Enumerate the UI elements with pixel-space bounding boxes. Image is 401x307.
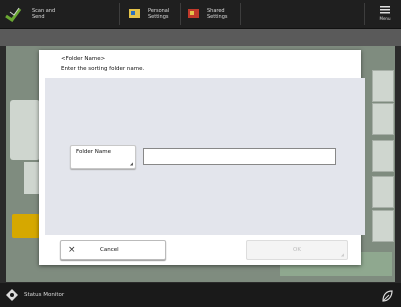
menu-button[interactable]: Menu bbox=[374, 0, 396, 28]
background-side-button bbox=[372, 210, 394, 242]
corner-arrow-icon: ◢ bbox=[129, 161, 133, 166]
background-side-button bbox=[372, 103, 394, 135]
ok-button[interactable]: OK ◢ bbox=[246, 240, 348, 260]
shared-settings-icon bbox=[188, 9, 199, 18]
shared-settings-label: Shared Settings bbox=[207, 8, 228, 20]
energy-saver-button[interactable] bbox=[381, 288, 393, 307]
top-bar: Scan and Send Personal Settings Shared S… bbox=[0, 0, 401, 29]
shared-settings-button[interactable]: Shared Settings bbox=[187, 0, 231, 28]
personal-settings-label: Personal Settings bbox=[148, 8, 170, 20]
cancel-button[interactable]: × Cancel bbox=[60, 240, 166, 260]
folder-name-input[interactable] bbox=[143, 148, 336, 165]
status-monitor-button[interactable]: Status Monitor bbox=[6, 289, 64, 301]
scan-and-send-label: Scan and Send bbox=[32, 8, 56, 20]
status-monitor-icon bbox=[6, 289, 18, 301]
menu-label: Menu bbox=[379, 16, 391, 21]
cancel-label: Cancel bbox=[100, 247, 119, 253]
app-header-strip bbox=[0, 29, 401, 46]
close-icon: × bbox=[68, 245, 76, 255]
background-panel bbox=[24, 162, 40, 194]
personal-settings-icon bbox=[129, 9, 140, 18]
bottom-bar: Status Monitor bbox=[0, 283, 401, 307]
status-monitor-label: Status Monitor bbox=[24, 292, 65, 298]
dialog-subtitle: Enter the sorting folder name. bbox=[61, 66, 145, 72]
background-panel bbox=[10, 100, 40, 160]
ok-label: OK bbox=[293, 247, 301, 253]
folder-name-button[interactable]: Folder Name ◢ bbox=[70, 145, 136, 169]
corner-arrow-icon: ◢ bbox=[340, 252, 344, 257]
scan-and-send-button[interactable]: Scan and Send bbox=[4, 0, 94, 28]
scan-send-icon bbox=[5, 7, 22, 22]
energy-saver-icon bbox=[382, 290, 393, 302]
background-highlight-button bbox=[12, 214, 40, 238]
dialog-title: <Folder Name> bbox=[61, 56, 106, 62]
folder-name-button-label: Folder Name bbox=[76, 149, 111, 155]
background-side-button bbox=[372, 140, 394, 172]
personal-settings-button[interactable]: Personal Settings bbox=[128, 0, 172, 28]
background-side-button bbox=[372, 70, 394, 102]
menu-icon bbox=[380, 6, 390, 14]
background-side-button bbox=[372, 176, 394, 208]
